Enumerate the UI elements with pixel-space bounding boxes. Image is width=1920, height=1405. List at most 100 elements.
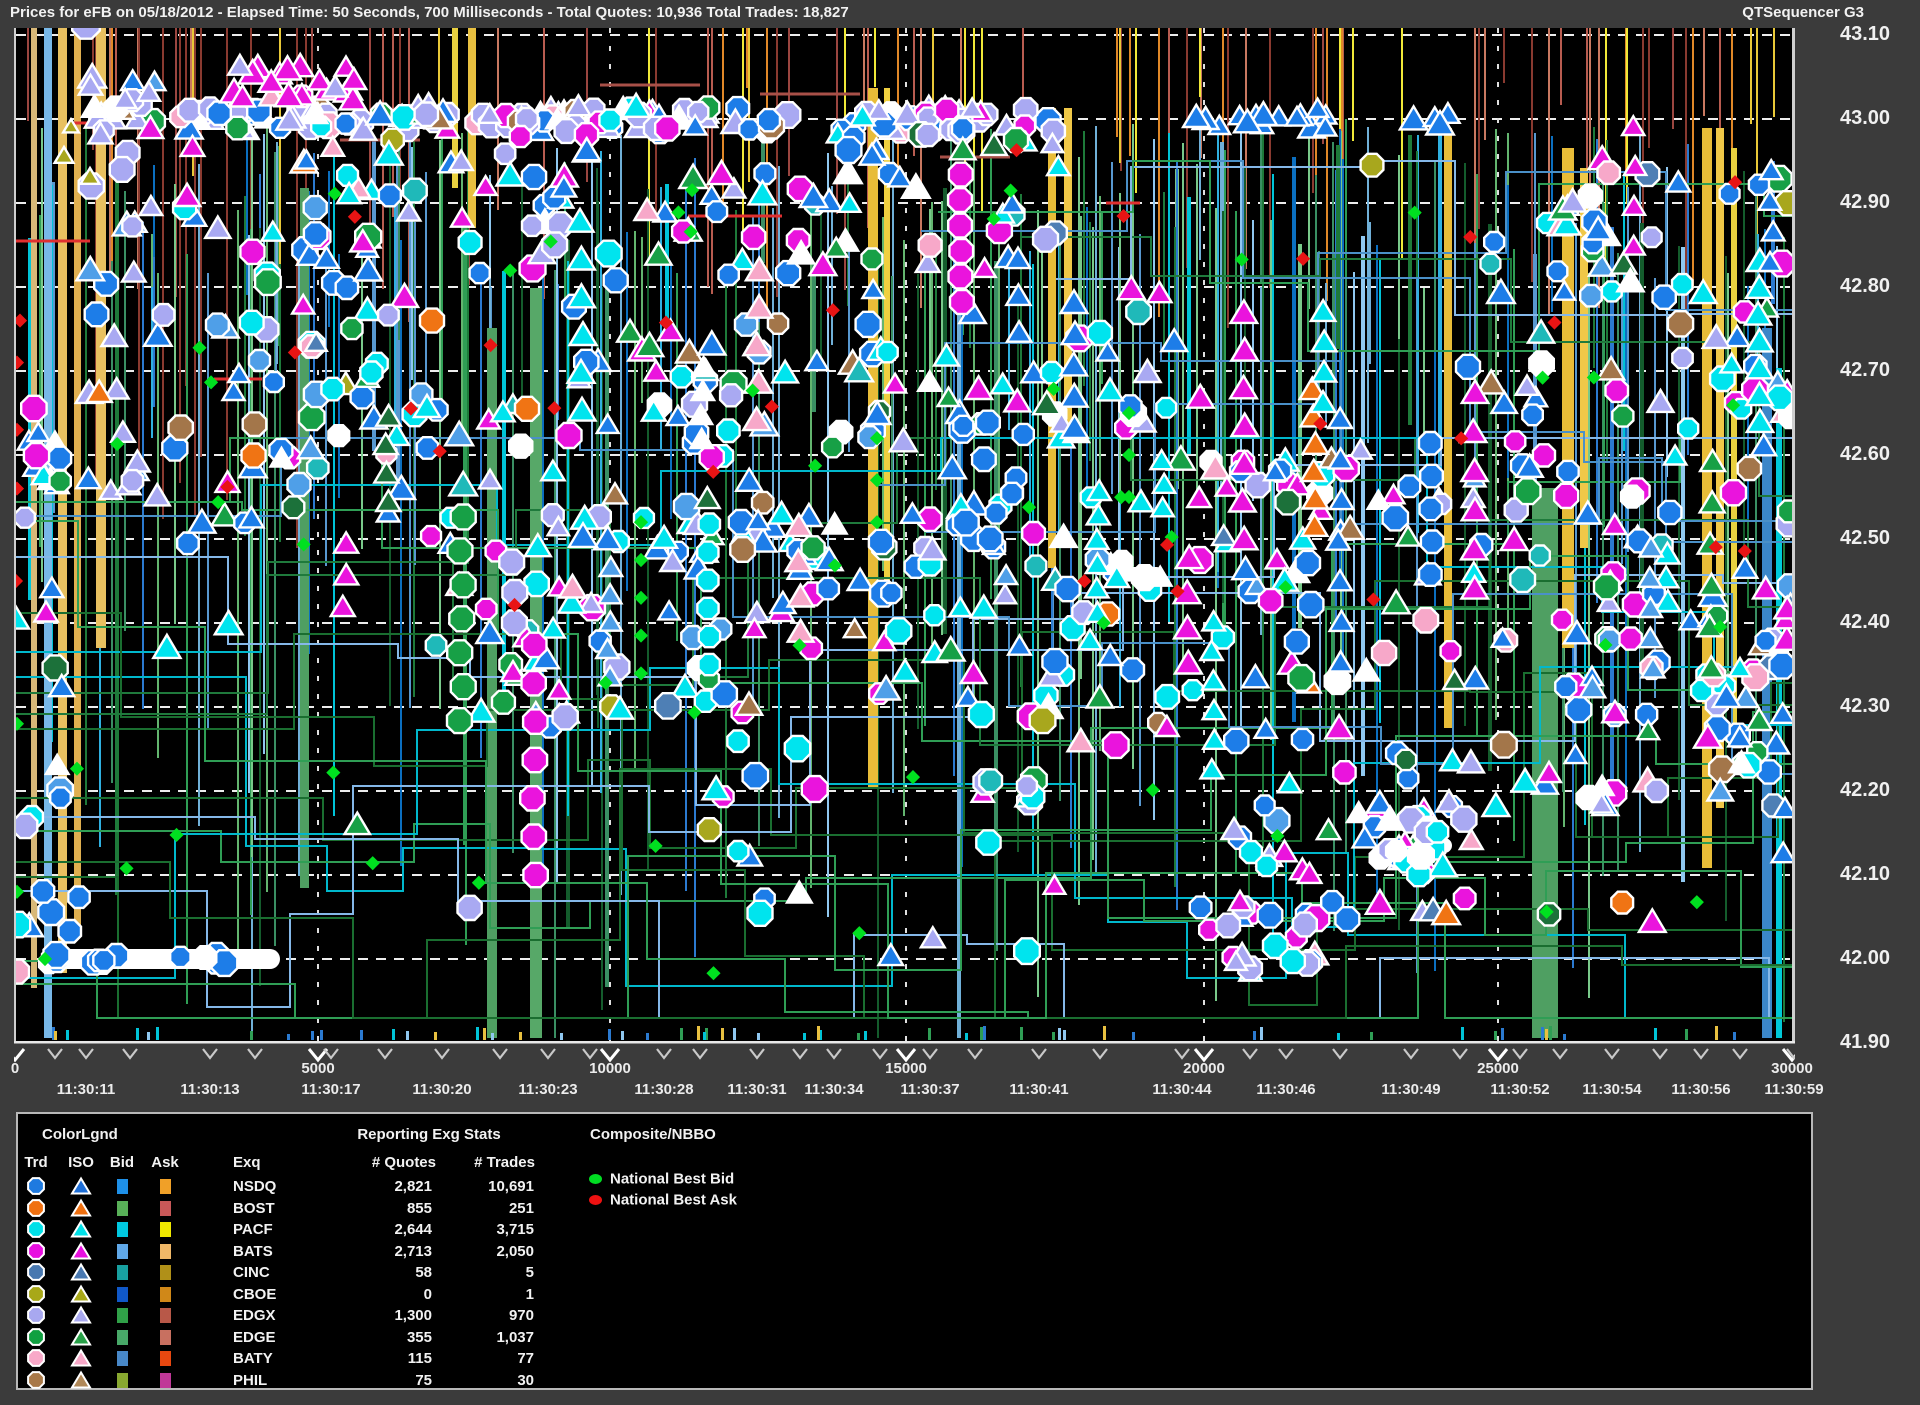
exchange-trades: 30	[448, 1372, 534, 1389]
exchange-name: EDGX	[233, 1307, 276, 1324]
legend-row-BATS: BATS 2,713 2,050	[18, 1241, 578, 1262]
price-chart-canvas[interactable]	[14, 28, 1795, 1064]
exchange-swatches	[18, 1348, 188, 1369]
price-axis-label: 42.80	[1840, 275, 1920, 298]
nbbo-best-ask: National Best Ask	[589, 1191, 737, 1209]
exchange-trades: 2,050	[448, 1243, 534, 1260]
legend-row-EDGE: EDGE 355 1,037	[18, 1327, 578, 1348]
exchange-trades: 77	[448, 1350, 534, 1367]
col-header-quotes: # Quotes	[318, 1154, 436, 1171]
exchange-trades: 5	[448, 1264, 534, 1281]
nbbo-best-bid: National Best Bid	[589, 1170, 734, 1188]
time-tick-label: 11:30:41	[1009, 1081, 1068, 1098]
legend-row-BOST: BOST855251	[18, 1198, 578, 1219]
sequence-tick-label: 0	[11, 1060, 19, 1077]
exchange-swatches	[18, 1305, 188, 1326]
exchange-quotes: 115	[318, 1350, 432, 1367]
exchange-name: PACF	[233, 1221, 273, 1238]
col-header-iso: ISO	[63, 1154, 99, 1171]
exchange-trades: 10,691	[448, 1178, 534, 1195]
price-axis-label: 42.30	[1840, 695, 1920, 718]
col-header-trades: # Trades	[448, 1154, 535, 1171]
time-tick-label: 11:30:17	[301, 1081, 360, 1098]
exchange-quotes: 1,300	[318, 1307, 432, 1324]
price-axis-label: 42.50	[1840, 527, 1920, 550]
legend-row-CBOE: CBOE 01	[18, 1284, 578, 1305]
col-header-exq: Exq	[233, 1154, 261, 1171]
time-tick-label: 11:30:13	[180, 1081, 239, 1098]
price-axis-label: 42.00	[1840, 947, 1920, 970]
exchange-quotes: 75	[318, 1372, 432, 1389]
sequence-arrow-markers	[14, 1049, 1795, 1060]
legend-row-PACF: PACF 2,644 3,715	[18, 1219, 578, 1240]
price-axis-label: 43.10	[1840, 23, 1920, 46]
col-header-ask: Ask	[147, 1154, 183, 1171]
price-axis-label: 43.00	[1840, 107, 1920, 130]
exchange-name: CBOE	[233, 1286, 276, 1303]
color-legend-title: ColorLgnd	[42, 1126, 118, 1143]
exchange-trades: 251	[448, 1200, 534, 1217]
exchange-trades: 970	[448, 1307, 534, 1324]
exchange-name: PHIL	[233, 1372, 267, 1389]
legend-row-BATY: BATY 115 77	[18, 1348, 578, 1369]
exchange-name: BATS	[233, 1243, 273, 1260]
sequence-tick-label: 15000	[885, 1060, 927, 1077]
legend-row-PHIL: PHIL 75 30	[18, 1370, 578, 1391]
exchange-swatches	[18, 1198, 188, 1219]
price-axis-label: 42.40	[1840, 611, 1920, 634]
col-header-bid: Bid	[104, 1154, 140, 1171]
best-bid-icon	[589, 1174, 602, 1184]
exchange-quotes: 58	[318, 1264, 432, 1281]
time-tick-label: 11:30:44	[1152, 1081, 1211, 1098]
exchange-swatches	[18, 1176, 188, 1197]
exchange-quotes: 355	[318, 1329, 432, 1346]
sequence-tick-label: 20000	[1183, 1060, 1225, 1077]
legend-row-NSDQ: NSDQ 2,821 10,691	[18, 1176, 578, 1197]
time-tick-label: 11:30:46	[1256, 1081, 1315, 1098]
stats-title: Reporting Exg Stats	[329, 1126, 529, 1143]
price-axis-label: 42.10	[1840, 863, 1920, 886]
exchange-name: EDGE	[233, 1329, 276, 1346]
time-tick-label: 11:30:52	[1490, 1081, 1549, 1098]
legend-row-CINC: CINC 58 5	[18, 1262, 578, 1283]
sequence-tick-label: 5000	[301, 1060, 334, 1077]
best-bid-label: National Best Bid	[610, 1171, 734, 1188]
sequence-tick-label: 30000	[1771, 1060, 1813, 1077]
window-title: Prices for eFB on 05/18/2012 - Elapsed T…	[10, 4, 849, 21]
legend-row-EDGX: EDGX 1,300 970	[18, 1305, 578, 1326]
exchange-trades: 1,037	[448, 1329, 534, 1346]
exchange-quotes: 2,713	[318, 1243, 432, 1260]
exchange-trades: 3,715	[448, 1221, 534, 1238]
time-tick-label: 11:30:49	[1381, 1081, 1440, 1098]
exchange-name: BOST	[233, 1200, 275, 1217]
exchange-quotes: 0	[318, 1286, 432, 1303]
time-tick-label: 11:30:34	[804, 1081, 863, 1098]
exchange-name: NSDQ	[233, 1178, 276, 1195]
time-tick-label: 11:30:11	[57, 1081, 115, 1098]
exchange-swatches	[18, 1262, 188, 1283]
time-tick-label: 11:30:56	[1671, 1081, 1730, 1098]
exchange-swatches	[18, 1327, 188, 1348]
sequence-tick-label: 25000	[1477, 1060, 1519, 1077]
exchange-name: CINC	[233, 1264, 270, 1281]
exchange-name: BATY	[233, 1350, 273, 1367]
app-name: QTSequencer G3	[1742, 4, 1864, 21]
exchange-trades: 1	[448, 1286, 534, 1303]
price-axis-label: 42.90	[1840, 191, 1920, 214]
exchange-swatches	[18, 1370, 188, 1391]
time-tick-label: 11:30:37	[900, 1081, 959, 1098]
time-tick-label: 11:30:54	[1582, 1081, 1641, 1098]
time-tick-label: 11:30:31	[727, 1081, 786, 1098]
exchange-swatches	[18, 1219, 188, 1240]
exchange-quotes: 2,644	[318, 1221, 432, 1238]
exchange-quotes: 2,821	[318, 1178, 432, 1195]
legend-panel: ColorLgnd Reporting Exg Stats Composite/…	[16, 1112, 1813, 1390]
time-tick-label: 11:30:59	[1764, 1081, 1823, 1098]
price-axis-label: 42.20	[1840, 779, 1920, 802]
title-bar: Prices for eFB on 05/18/2012 - Elapsed T…	[0, 0, 1920, 26]
price-axis-label: 42.70	[1840, 359, 1920, 382]
exchange-swatches	[18, 1241, 188, 1262]
composite-title: Composite/NBBO	[590, 1126, 716, 1143]
time-tick-label: 11:30:20	[412, 1081, 471, 1098]
time-tick-label: 11:30:28	[634, 1081, 693, 1098]
